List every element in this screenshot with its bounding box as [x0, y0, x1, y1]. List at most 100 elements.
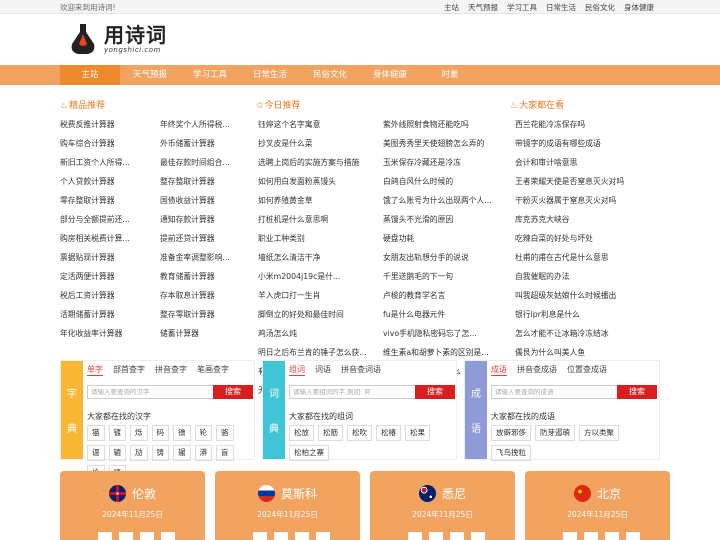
- chip[interactable]: 松放: [289, 425, 314, 441]
- popular-link[interactable]: 带镜字的成语有哪些成语: [515, 134, 660, 153]
- nav-main[interactable]: 主站: [60, 65, 120, 85]
- featured-link[interactable]: 教育储蓄计算器: [160, 267, 255, 286]
- today-link[interactable]: 美图秀秀里天使翅膀怎么弄的: [383, 134, 495, 153]
- chip[interactable]: 骆: [216, 425, 234, 441]
- today-link[interactable]: 玉米保存冷藏还是冷冻: [383, 153, 495, 172]
- today-link[interactable]: 小米m2004j19c是什...: [258, 267, 378, 286]
- featured-link[interactable]: 税后工资计算器: [60, 286, 155, 305]
- top-link-weather[interactable]: 天气预报: [468, 2, 498, 13]
- today-link[interactable]: 卢梭的教育学名言: [383, 286, 495, 305]
- chip[interactable]: 防芽遏萌: [535, 425, 575, 441]
- chip[interactable]: 烁: [130, 425, 148, 441]
- featured-link[interactable]: 年化收益率计算器: [60, 324, 155, 343]
- featured-link[interactable]: 储蓄计算器: [160, 324, 255, 343]
- chip[interactable]: 松果: [405, 425, 430, 441]
- chip[interactable]: 码: [151, 425, 169, 441]
- char-search-button[interactable]: 搜索: [213, 385, 253, 399]
- today-link[interactable]: 饿了么账号为什么出现两个人...: [383, 191, 495, 210]
- chip[interactable]: 轮: [194, 425, 212, 441]
- today-link[interactable]: 钰婷这个名字寓意: [258, 115, 378, 134]
- weather-card-london[interactable]: 伦敦 2024年11月25日: [60, 471, 205, 540]
- chip[interactable]: 方以类聚: [579, 425, 619, 441]
- popular-link[interactable]: 吃辣白菜的好处与坏处: [515, 229, 660, 248]
- today-link[interactable]: 抄叉皮是什么菜: [258, 134, 378, 153]
- weather-card-moscow[interactable]: 莫斯科 2024年11月25日: [215, 471, 360, 540]
- nav-weather[interactable]: 天气预报: [120, 65, 180, 85]
- top-link-health[interactable]: 身体健康: [624, 2, 654, 13]
- tab-words[interactable]: 词语: [315, 364, 331, 376]
- nav-study[interactable]: 学习工具: [180, 65, 240, 85]
- chip[interactable]: 松柏之寨: [289, 445, 329, 461]
- popular-link[interactable]: 叫我超级灰姑娘什么时候播出: [515, 286, 660, 305]
- today-link[interactable]: 选聘上岗后的实施方案与措施: [258, 153, 378, 172]
- chip[interactable]: 盲: [216, 445, 234, 461]
- popular-link[interactable]: 王者荣耀天使是否窒息灭火对吗: [515, 172, 660, 191]
- tab-single-char[interactable]: 单字: [87, 364, 103, 376]
- chip[interactable]: 劢: [130, 445, 148, 461]
- site-logo[interactable]: 用诗词 yongshici.com: [66, 22, 167, 56]
- featured-link[interactable]: 提前还贷计算器: [160, 229, 255, 248]
- featured-link[interactable]: 准备金率调整影响...: [160, 248, 255, 267]
- word-search-button[interactable]: 搜索: [415, 385, 455, 399]
- featured-link[interactable]: 票据贴现计算器: [60, 248, 155, 267]
- popular-link[interactable]: 西兰花能冷冻保存吗: [515, 115, 660, 134]
- chip[interactable]: 漭: [194, 445, 212, 461]
- popular-link[interactable]: 银行lpr利息是什么: [515, 305, 660, 324]
- chip[interactable]: 猫: [87, 425, 105, 441]
- nav-health[interactable]: 身体健康: [360, 65, 420, 85]
- today-link[interactable]: 蒸馒头不光滑的原因: [383, 210, 495, 229]
- featured-link[interactable]: 外币储蓄计算器: [160, 134, 255, 153]
- featured-link[interactable]: 整存整取计算器: [160, 172, 255, 191]
- nav-culture[interactable]: 民俗文化: [300, 65, 360, 85]
- featured-link[interactable]: 税费反推计算器: [60, 115, 155, 134]
- chip[interactable]: 松椿: [376, 425, 401, 441]
- weather-card-beijing[interactable]: 北京 2024年11月25日: [525, 471, 670, 540]
- chip[interactable]: 松筋: [318, 425, 343, 441]
- tab-idiom-position[interactable]: 位置查成语: [567, 364, 607, 376]
- featured-link[interactable]: 零存整取计算器: [60, 191, 155, 210]
- chip[interactable]: 镀: [108, 425, 126, 441]
- top-link-main[interactable]: 主站: [444, 2, 459, 13]
- tab-strokes[interactable]: 笔画查字: [197, 364, 229, 376]
- featured-link[interactable]: 定活两便计算器: [60, 267, 155, 286]
- today-link[interactable]: 如何用白发面粉蒸馒头: [258, 172, 378, 191]
- today-link[interactable]: 鸡汤怎么炖: [258, 324, 378, 343]
- today-link[interactable]: 打桩机是什么意思啊: [258, 210, 378, 229]
- tab-idiom[interactable]: 成语: [491, 364, 507, 376]
- top-link-life[interactable]: 日常生活: [546, 2, 576, 13]
- featured-link[interactable]: 年终奖个人所得税...: [160, 115, 255, 134]
- today-link[interactable]: 紫外线照射食物还能吃吗: [383, 115, 495, 134]
- popular-link[interactable]: 杜甫的甫在古代是什么意思: [515, 248, 660, 267]
- tab-radical[interactable]: 部首查字: [113, 364, 145, 376]
- chip[interactable]: 谩: [87, 445, 105, 461]
- today-link[interactable]: 硬盘功耗: [383, 229, 495, 248]
- today-link[interactable]: 墙纸怎么清洁干净: [258, 248, 378, 267]
- featured-link[interactable]: 新旧工资个人所得...: [60, 153, 155, 172]
- today-link[interactable]: 脚倒立的好处和最佳时间: [258, 305, 378, 324]
- chip[interactable]: 放僻邪侈: [491, 425, 531, 441]
- today-link[interactable]: vivo手机隐私密码忘了怎...: [383, 324, 495, 343]
- top-link-study[interactable]: 学习工具: [507, 2, 537, 13]
- featured-link[interactable]: 购房相关税费计算...: [60, 229, 155, 248]
- idiom-search-button[interactable]: 搜索: [617, 385, 657, 399]
- top-link-culture[interactable]: 民俗文化: [585, 2, 615, 13]
- today-link[interactable]: 女朋友出轨想分手的说说: [383, 248, 495, 267]
- idiom-search-input[interactable]: 请输入要查询的成语: [491, 385, 619, 399]
- featured-link[interactable]: 最佳存款时间组合...: [160, 153, 255, 172]
- tab-idiom-pinyin[interactable]: 拼音查成语: [517, 364, 557, 376]
- featured-link[interactable]: 部分与全额提前还...: [60, 210, 155, 229]
- char-search-input[interactable]: 请输入要查询的汉字: [87, 385, 215, 399]
- featured-link[interactable]: 活期储蓄计算器: [60, 305, 155, 324]
- nav-timezone[interactable]: 时差: [420, 65, 480, 85]
- tab-word-pinyin[interactable]: 拼音查词语: [341, 364, 381, 376]
- weather-card-sydney[interactable]: 悉尼 2024年11月25日: [370, 471, 515, 540]
- popular-link[interactable]: 库克苏克大峡谷: [515, 210, 660, 229]
- today-link[interactable]: fu是什么电器元件: [383, 305, 495, 324]
- featured-link[interactable]: 整存零取计算器: [160, 305, 255, 324]
- popular-link[interactable]: 会计和审计啥意思: [515, 153, 660, 172]
- today-link[interactable]: 职业工种类别: [258, 229, 378, 248]
- today-link[interactable]: 千里送鹅毛的下一句: [383, 267, 495, 286]
- popular-link[interactable]: 干粉灭火器属于窒息灭火对吗: [515, 191, 660, 210]
- nav-life[interactable]: 日常生活: [240, 65, 300, 85]
- chip[interactable]: 铸: [151, 445, 169, 461]
